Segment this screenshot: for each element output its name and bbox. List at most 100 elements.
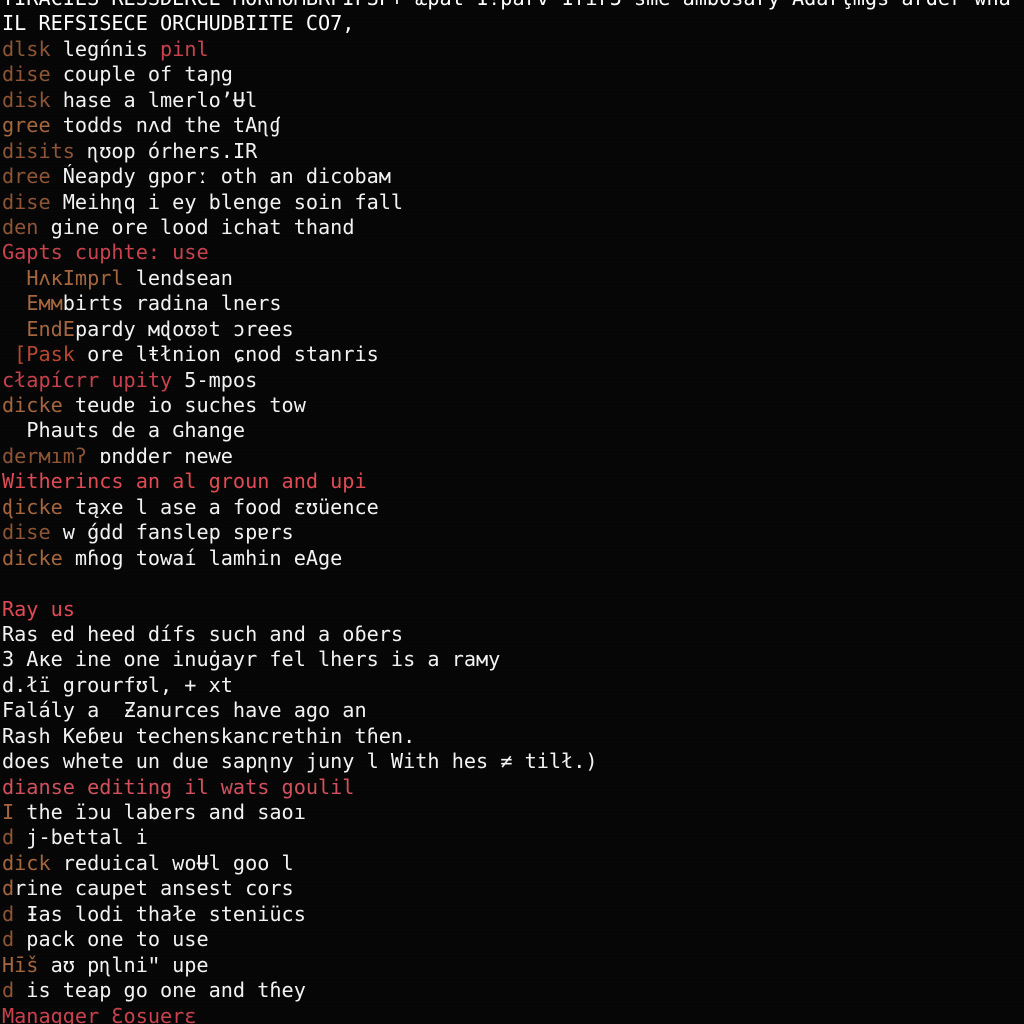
- console-line-prefix: I: [2, 800, 15, 824]
- console-line: cłapícrr upity 5-mpos: [0, 368, 1024, 393]
- console-line-prefix: Eмм: [26, 291, 63, 316]
- console-line-text: tąxe l ase a food ɛʊüence: [62, 494, 379, 519]
- console-line-text: ore lŧłnion ɕnod stanris: [74, 342, 379, 367]
- console-line: [Pask ore lŧłnion ɕnod stanris: [0, 342, 1024, 367]
- console-line: 3 Aĸe ine one inuġayr fel lhers is a raм…: [0, 647, 1024, 672]
- console-line: derмımʔ ɒndder newe: [0, 444, 1024, 469]
- console-indent: [2, 418, 26, 442]
- console-line-prefix: d: [2, 901, 15, 926]
- console-line: gree todds nʌd the tAɳɠ: [0, 113, 1024, 138]
- console-line: Hīš aʊ pɳlniʺ upe: [0, 953, 1024, 978]
- console-section-heading: pinl: [160, 36, 209, 61]
- console-banner-text: IL REFSISECE ORCHUDBIITE CO7,: [2, 11, 355, 36]
- console-indent: [2, 342, 14, 366]
- console-line: dick reduical woɄl goo l: [0, 851, 1024, 876]
- console-line-text: gine ore lood ichat thand: [38, 214, 355, 239]
- console-line-prefix: d: [2, 927, 15, 952]
- console-indent: [2, 266, 26, 290]
- console-line: d.łï grourfʊl, + xt: [0, 673, 1024, 698]
- console-line: I the ïɔu labers and saoı: [0, 800, 1024, 825]
- console-section-heading: Gapts cuphte: use: [2, 240, 209, 265]
- console-line: Ray us: [0, 597, 1024, 622]
- console-line: disits ɳʊop órhers.IR: [0, 139, 1024, 164]
- console-line-text: hase a lmerloʼɄl: [50, 87, 258, 112]
- console-line: drine caupet ansest cors: [0, 876, 1024, 901]
- console-line-prefix: ɖicke: [2, 494, 63, 519]
- console-line-prefix: dicke: [2, 545, 63, 570]
- console-line: d j-bettal i: [0, 825, 1024, 850]
- console-section-heading: Witherincs an al groun and upi: [2, 469, 367, 494]
- console-line: Eммbirts radina lners: [0, 291, 1024, 316]
- console-line-prefix: dick: [2, 850, 51, 875]
- console-line-text: Ńeapdy gporː oth an dicobaм: [50, 164, 391, 189]
- console-line-prefix: d: [2, 876, 15, 901]
- console-output-region[interactable]: YIRACIES RESSDERCE MORMOMBRFIFSF+ ǣpat 1…: [0, 0, 1024, 1024]
- console-section-heading: cłapícrr upity: [2, 367, 173, 392]
- console-line-prefix: Hīš: [2, 952, 39, 977]
- console-line-text: rine caupet ansest cors: [14, 876, 294, 901]
- console-line-prefix: dise: [2, 62, 51, 87]
- console-line: Managger Ɛosuerɛ: [0, 1004, 1024, 1024]
- console-line: Witherincs an al groun and upi: [0, 469, 1024, 494]
- console-line: IL REFSISECE ORCHUDBIITE CO7,: [0, 11, 1024, 36]
- console-line: Rash Keɓɐu techenskancrethin tɦen.: [0, 724, 1024, 749]
- console-line: dicke mɦog towaí lamhin eAge: [0, 546, 1024, 571]
- console-line: Gapts cuphte: use: [0, 240, 1024, 265]
- console-line-text: pack one to use: [14, 927, 209, 952]
- console-line-text: is teap go one and tɦey: [14, 978, 306, 1003]
- console-line-text: Phauts de a ɢhange: [26, 418, 246, 443]
- console-line-text: ɳʊop órhers.IR: [74, 138, 258, 163]
- console-line-text: does whete un due sapɳny juny l With hes…: [2, 749, 598, 774]
- console-indent: [2, 291, 26, 315]
- console-line-text: j-bettal i: [14, 825, 148, 850]
- console-line-prefix: d: [2, 825, 15, 850]
- terminal-window[interactable]: YIRACIES RESSDERCE MORMOMBRFIFSF+ ǣpat 1…: [0, 0, 1024, 1024]
- console-line-text: w ǵdd fanslep spɐrs: [50, 520, 294, 545]
- console-line-text: aʊ pɳlniʺ upe: [38, 952, 209, 977]
- console-indent: [2, 317, 26, 341]
- console-line: Falály a Ƶanurces have ago an: [0, 698, 1024, 723]
- console-line-text: Falály a Ƶanurces have ago an: [2, 698, 367, 723]
- console-line: ɖicke tąxe l ase a food ɛʊüence: [0, 495, 1024, 520]
- console-line-text: todds nʌd the tAɳɠ: [50, 113, 282, 138]
- console-line-prefix: EndE: [26, 316, 75, 341]
- console-line: Phauts de a ɢhange: [0, 418, 1024, 443]
- console-line-text: couple of taɲg: [50, 62, 233, 87]
- console-line-prefix: den: [2, 214, 39, 239]
- console-line-prefix: dree: [2, 164, 51, 189]
- console-line: does whete un due sapɳny juny l With hes…: [0, 749, 1024, 774]
- console-banner-text: YIRACIES RESSDERCE MORMOMBRFIFSF+ ǣpat 1…: [2, 0, 1011, 10]
- console-line-text: 5-mpos: [172, 367, 258, 392]
- console-line-prefix: HʌкImprl: [26, 265, 124, 290]
- console-line: d Ɨas lodi thałe steniücs: [0, 902, 1024, 927]
- console-line: Ras ed heed dífs such and a oɓers: [0, 622, 1024, 647]
- console-line-text: legńnis: [50, 36, 161, 61]
- console-line: dise w ǵdd fanslep spɐrs: [0, 520, 1024, 545]
- console-line-prefix: disk: [2, 87, 51, 112]
- console-line-prefix: dise: [2, 189, 51, 214]
- console-line: den gine ore lood ichat thand: [0, 215, 1024, 240]
- console-line-text: Rash Keɓɐu techenskancrethin tɦen.: [2, 723, 416, 748]
- console-line-text: the ïɔu labers and saoı: [14, 800, 306, 824]
- console-line-prefix: dicke: [2, 393, 63, 417]
- console-line-prefix: dlsk: [2, 36, 51, 61]
- console-line: dlsk legńnis pinl: [0, 37, 1024, 62]
- console-line-text: ɒndder newe: [87, 443, 233, 468]
- console-line-prefix: d: [2, 978, 15, 1003]
- console-line: HʌкImprl lendsean: [0, 266, 1024, 291]
- console-line-text: Ras ed heed dífs such and a oɓers: [2, 621, 404, 646]
- console-accent-token: [Pask: [14, 342, 75, 367]
- console-section-heading: Ray us: [2, 596, 75, 621]
- console-line: dicke teudɐ io suches tow: [0, 393, 1024, 418]
- console-section-heading: dianse editing il wats goulil: [2, 774, 355, 799]
- console-line: d is teap go one and tɦey: [0, 978, 1024, 1003]
- console-line-text: pardy мɖoʊʚt ɔrees: [74, 316, 294, 341]
- console-line-text: Ɨas lodi thałe steniücs: [14, 901, 306, 926]
- console-line-prefix: dise: [2, 520, 51, 545]
- console-line: dree Ńeapdy gporː oth an dicobaм: [0, 164, 1024, 189]
- console-line-prefix: disits: [2, 138, 75, 163]
- console-line-text: mɦog towaí lamhin eAge: [62, 545, 343, 570]
- console-line-text: lendsean: [123, 265, 233, 290]
- console-line: dise couple of taɲg: [0, 62, 1024, 87]
